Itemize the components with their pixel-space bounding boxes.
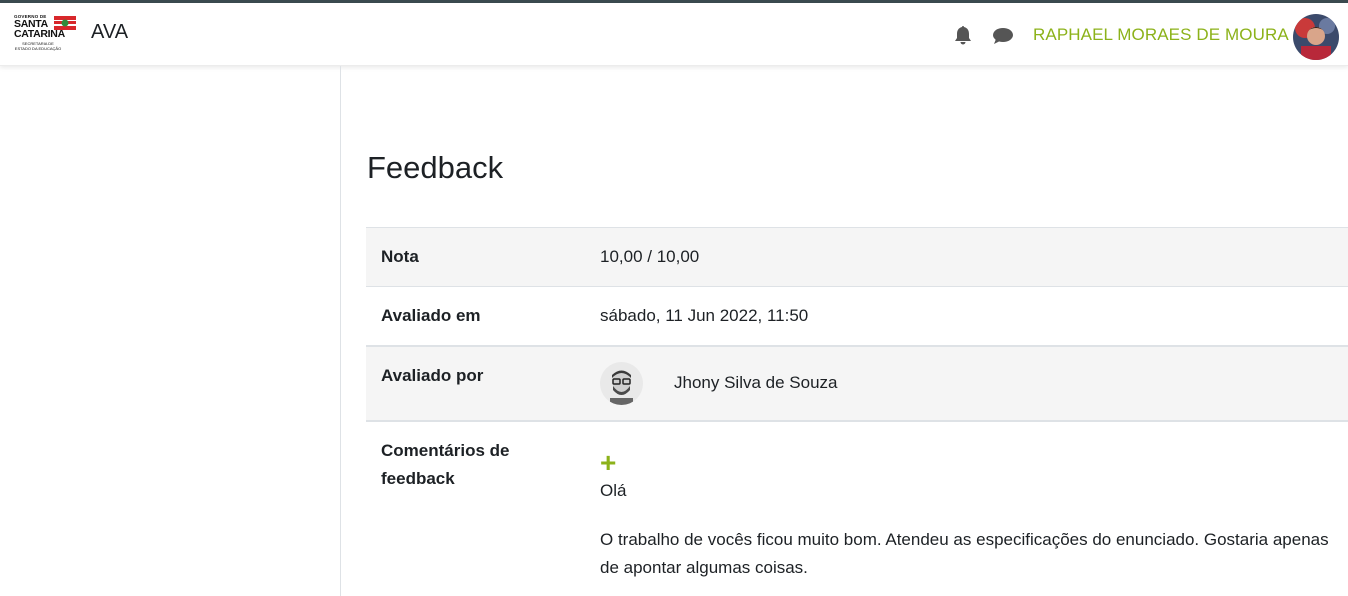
logo-line-4: SECRETARIA DE ESTADO DA EDUCAÇÃO <box>14 41 62 51</box>
grade-label: Nota <box>381 247 419 266</box>
navbar: GOVERNO DE SANTA CATARINA SECRETARIA DE … <box>0 3 1348 66</box>
sidebar-divider <box>340 66 341 596</box>
chat-icon[interactable] <box>991 25 1015 47</box>
user-avatar[interactable] <box>1293 14 1339 60</box>
logo[interactable]: GOVERNO DE SANTA CATARINA SECRETARIA DE … <box>14 12 76 52</box>
graded-on-value: sábado, 11 Jun 2022, 11:50 <box>600 306 809 325</box>
user-name[interactable]: RAPHAEL MORAES DE MOURA <box>1033 25 1289 45</box>
table-row-graded-on: Avaliado em sábado, 11 Jun 2022, 11:50 <box>366 286 1348 346</box>
grader-avatar[interactable] <box>600 361 643 405</box>
table-row-comments: Comentários de feedback + Olá O trabalho… <box>366 421 1348 582</box>
page-title: Feedback <box>367 150 504 185</box>
graded-by-label: Avaliado por <box>381 365 484 385</box>
grader-name[interactable]: Jhony Silva de Souza <box>674 373 838 393</box>
comment-greeting: Olá <box>600 480 627 500</box>
site-name[interactable]: AVA <box>91 21 128 44</box>
expand-plus-icon[interactable]: + <box>600 448 620 476</box>
logo-line-3: CATARINA <box>14 28 65 40</box>
table-row-grade: Nota 10,00 / 10,00 <box>366 227 1348 287</box>
comments-label: Comentários de feedback <box>381 440 510 488</box>
graded-on-label: Avaliado em <box>381 306 481 325</box>
feedback-table: Nota 10,00 / 10,00 Avaliado em sábado, 1… <box>366 227 1348 582</box>
comment-body: O trabalho de vocês ficou muito bom. Ate… <box>600 529 1329 577</box>
bell-icon[interactable] <box>952 24 974 46</box>
flag-icon <box>54 16 76 30</box>
grader: Jhony Silva de Souza <box>600 361 1348 405</box>
table-row-graded-by: Avaliado por Jhony Silva de Souza <box>366 345 1348 421</box>
grade-value: 10,00 / 10,00 <box>600 247 700 266</box>
